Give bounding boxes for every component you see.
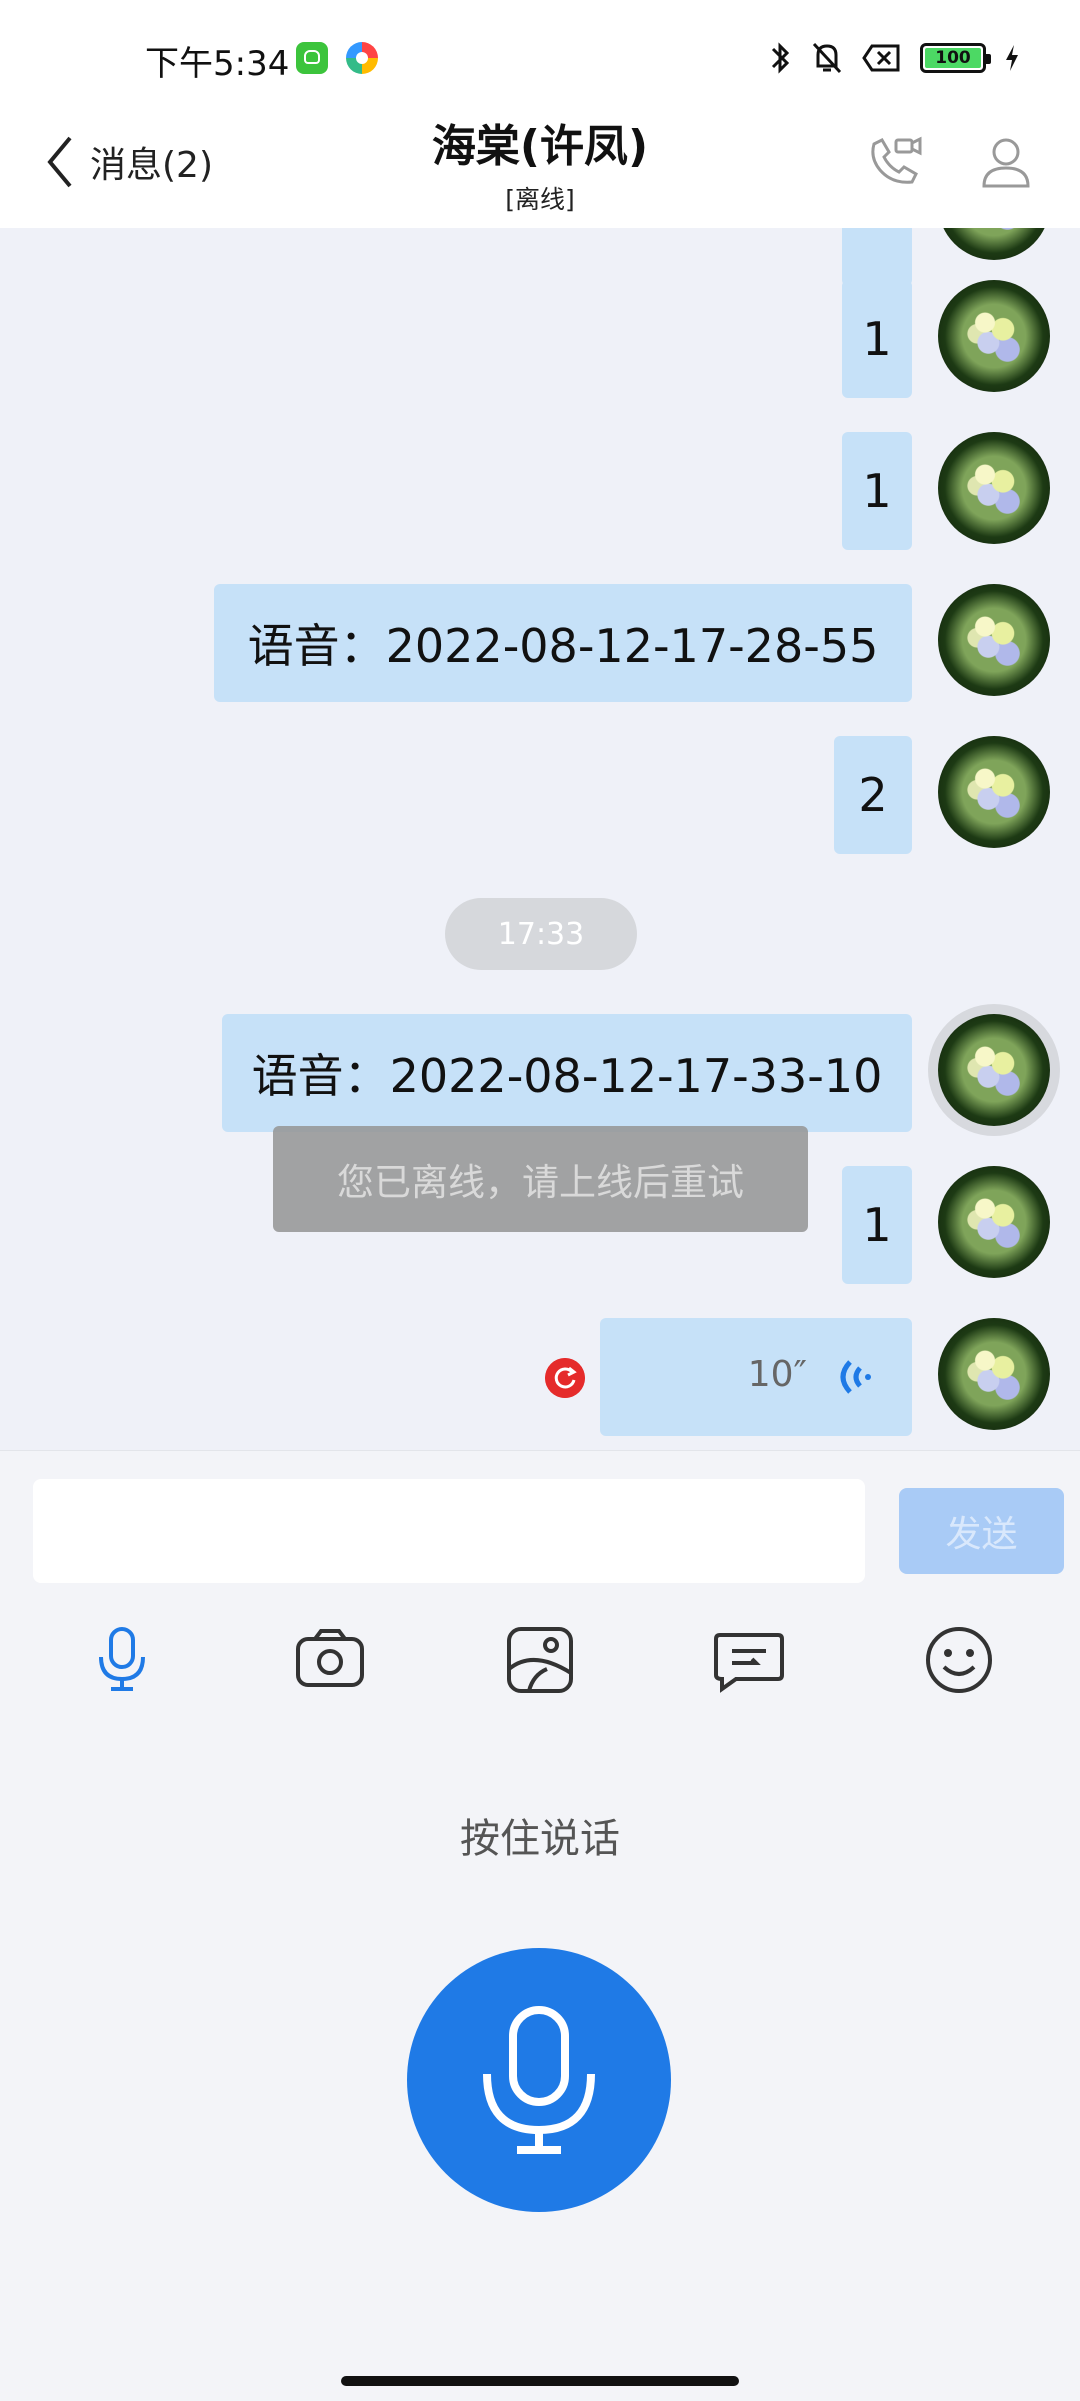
resend-icon[interactable] [545,1358,585,1398]
charging-icon [1006,45,1018,71]
avatar[interactable] [938,280,1050,392]
avatar[interactable] [938,432,1050,544]
emoji-icon[interactable] [922,1623,996,1697]
browser-notification-icon [346,42,378,74]
microphone-icon [483,2006,595,2154]
sim-off-icon [862,44,900,72]
app-notification-icon [296,42,328,74]
camera-icon[interactable] [293,1623,367,1697]
message-bubble-partial[interactable] [842,228,912,286]
hold-to-talk-label: 按住说话 [460,1816,620,1862]
microphone-icon[interactable] [85,1623,159,1697]
message-bubble[interactable]: 2 [834,736,912,854]
voice-duration: 10″ [747,1354,807,1395]
message-bubble[interactable]: 1 [842,432,912,550]
image-icon[interactable] [503,1623,577,1697]
avatar[interactable] [938,1014,1050,1126]
hold-to-talk-button[interactable] [407,1948,671,2212]
message-bubble[interactable]: 语音：2022-08-12-17-28-55 [214,584,912,702]
status-icons: 100 [770,38,1020,78]
avatar[interactable] [938,1318,1050,1430]
message-bubble[interactable]: 语音：2022-08-12-17-33-10 [222,1014,912,1132]
avatar[interactable] [938,228,1050,260]
battery-level: 100 [925,48,981,68]
avatar[interactable] [938,736,1050,848]
profile-icon[interactable] [974,130,1038,194]
composer-toolbar [0,1623,1080,1697]
status-time: 下午5:34 [145,44,290,84]
composer: 发送 按住说话 [0,1450,1080,2401]
bluetooth-icon [771,42,790,74]
home-indicator[interactable] [341,2376,739,2386]
message-bubble[interactable]: 1 [842,280,912,398]
voice-wave-icon [840,1360,871,1394]
chat-header: 消息(2) 海棠(许凤) [离线] [0,110,1080,228]
battery-indicator: 100 [920,43,991,73]
offline-toast: 您已离线，请上线后重试 [273,1126,808,1232]
voice-message-bubble[interactable]: 10″ [600,1318,912,1436]
send-button[interactable]: 发送 [899,1488,1064,1574]
message-bubble[interactable]: 1 [842,1166,912,1284]
time-divider: 17:33 [445,898,637,970]
message-list[interactable]: 1 1 语音：2022-08-12-17-28-55 2 17:33 语音：20… [0,228,1080,1450]
mute-bell-icon [812,42,842,74]
status-bar: 下午5:34 100 [0,0,1080,110]
avatar[interactable] [938,584,1050,696]
call-icon[interactable] [862,130,926,194]
avatar[interactable] [938,1166,1050,1278]
message-input[interactable] [33,1479,865,1583]
quick-reply-icon[interactable] [712,1623,786,1697]
